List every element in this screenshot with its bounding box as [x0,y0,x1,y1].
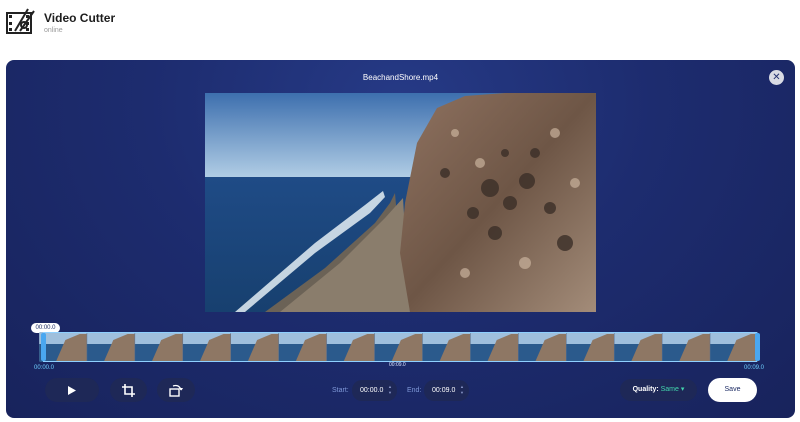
timeline-thumbnail [230,332,279,362]
timeline-mid-time: 00:09.0 [389,362,406,368]
file-name: BeachandShore.mp4 [362,73,439,82]
chevron-down-icon: ▾ [680,386,685,393]
play-icon [68,385,76,395]
rotate-button[interactable] [157,378,195,402]
timeline-thumbnail [661,332,711,362]
quality-dropdown[interactable]: Quality: Same ▾ [620,379,697,401]
quality-label: Quality: [632,386,659,393]
timeline-thumbnail [566,332,615,362]
timeline-thumbnail [326,332,375,362]
start-label: Start: [332,387,349,394]
timeline-thumbnail [518,332,567,362]
end-time-value: 00:09.0 [432,387,456,394]
start-time-value: 00:00.0 [360,387,384,394]
timeline-thumbnail [470,332,519,362]
timeline-thumbnail [374,332,423,362]
timeline-thumbnail [134,332,183,362]
crop-button[interactable] [110,378,147,402]
app-title: Video Cutter [44,11,116,25]
start-time-input[interactable]: 00:00.0 ▲ ▼ [352,380,397,401]
end-stepper[interactable]: ▲ ▼ [460,384,464,396]
end-label: End: [407,387,422,394]
film-scissors-icon [6,5,38,37]
end-time-input[interactable]: 00:09.0 ▲ ▼ [424,380,469,401]
timeline-end-time: 00:09.0 [744,365,765,371]
play-button[interactable] [45,378,99,402]
close-icon[interactable]: ✕ [769,70,784,85]
timeline-thumbnail [86,332,135,362]
start-stepper[interactable]: ▲ ▼ [388,384,392,396]
quality-value: Same [660,386,679,393]
trim-start-handle[interactable] [41,333,46,361]
crop-icon [122,383,135,397]
timeline-thumbnail [422,332,471,362]
timeline-start-time: 00:00.0 [34,365,55,371]
video-preview[interactable] [205,93,596,312]
timeline-thumbnail [182,332,231,362]
app-subtitle: online [44,27,63,34]
trim-end-handle[interactable] [755,333,760,361]
timeline-thumbnail [39,332,87,362]
timeline-track[interactable] [39,332,758,362]
editor-panel: BeachandShore.mp4 ✕ 00:00.0 00:00.0 00:0… [6,60,795,418]
save-button[interactable]: Save [708,378,757,402]
timeline-thumbnail [709,332,758,362]
timeline-thumbnail [278,332,327,362]
timeline-thumbnail [613,332,663,362]
rotate-icon [169,384,183,397]
app-header: Video Cutter online [0,0,800,46]
